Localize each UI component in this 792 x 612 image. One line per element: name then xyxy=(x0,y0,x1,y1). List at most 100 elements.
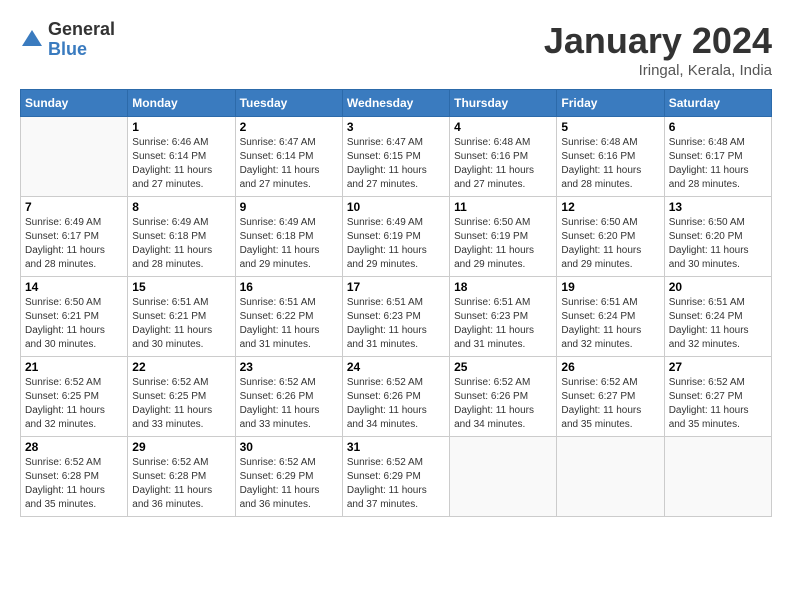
day-number: 7 xyxy=(25,200,123,214)
logo-text: General Blue xyxy=(48,20,115,60)
calendar-cell: 27Sunrise: 6:52 AMSunset: 6:27 PMDayligh… xyxy=(664,357,771,437)
calendar-cell: 4Sunrise: 6:48 AMSunset: 6:16 PMDaylight… xyxy=(450,117,557,197)
day-info: Sunrise: 6:51 AMSunset: 6:24 PMDaylight:… xyxy=(561,296,659,352)
day-info: Sunrise: 6:49 AMSunset: 6:19 PMDaylight:… xyxy=(347,216,445,272)
day-number: 3 xyxy=(347,120,445,134)
logo-blue: Blue xyxy=(48,40,115,60)
day-number: 4 xyxy=(454,120,552,134)
calendar-cell: 12Sunrise: 6:50 AMSunset: 6:20 PMDayligh… xyxy=(557,197,664,277)
day-info: Sunrise: 6:51 AMSunset: 6:22 PMDaylight:… xyxy=(240,296,338,352)
calendar-cell: 7 Sunrise: 6:49 AMSunset: 6:17 PMDaylight… xyxy=(21,197,128,277)
calendar-week-row: 21 Sunrise: 6:52 AMSunset: 6:25 PMDayligh… xyxy=(21,357,772,437)
calendar-cell: 30 Sunrise: 6:52 AMSunset: 6:29 PMDayligh… xyxy=(235,437,342,517)
weekday-header: Sunday xyxy=(21,90,128,117)
calendar-cell: 28 Sunrise: 6:52 AMSunset: 6:28 PMDayligh… xyxy=(21,437,128,517)
calendar-cell: 18 Sunrise: 6:51 AMSunset: 6:23 PMDayligh… xyxy=(450,277,557,357)
day-number: 2 xyxy=(240,120,338,134)
day-number: 29 xyxy=(132,440,230,454)
weekday-header: Tuesday xyxy=(235,90,342,117)
weekday-header: Monday xyxy=(128,90,235,117)
logo-general: General xyxy=(48,20,115,40)
logo-icon xyxy=(20,28,44,52)
day-number: 17 xyxy=(347,280,445,294)
location-subtitle: Iringal, Kerala, India xyxy=(544,62,772,79)
calendar-cell: 8 Sunrise: 6:49 AMSunset: 6:18 PMDaylight… xyxy=(128,197,235,277)
calendar-cell xyxy=(664,437,771,517)
month-title: January 2024 xyxy=(544,20,772,62)
calendar-cell xyxy=(557,437,664,517)
day-number: 28 xyxy=(25,440,123,454)
calendar-cell: 22 Sunrise: 6:52 AMSunset: 6:25 PMDayligh… xyxy=(128,357,235,437)
day-info: Sunrise: 6:52 AMSunset: 6:28 PMDaylight:… xyxy=(25,456,123,512)
calendar-cell: 14 Sunrise: 6:50 AMSunset: 6:21 PMDayligh… xyxy=(21,277,128,357)
calendar-cell: 23 Sunrise: 6:52 AMSunset: 6:26 PMDayligh… xyxy=(235,357,342,437)
day-number: 14 xyxy=(25,280,123,294)
day-number: 26 xyxy=(561,360,659,374)
day-number: 12 xyxy=(561,200,659,214)
day-info: Sunrise: 6:50 AMSunset: 6:19 PMDaylight:… xyxy=(454,216,552,272)
day-info: Sunrise: 6:47 AMSunset: 6:15 PMDaylight:… xyxy=(347,136,445,192)
weekday-header: Saturday xyxy=(664,90,771,117)
day-number: 23 xyxy=(240,360,338,374)
day-number: 15 xyxy=(132,280,230,294)
calendar-week-row: 28 Sunrise: 6:52 AMSunset: 6:28 PMDayligh… xyxy=(21,437,772,517)
calendar-cell: 9Sunrise: 6:49 AMSunset: 6:18 PMDaylight… xyxy=(235,197,342,277)
day-number: 16 xyxy=(240,280,338,294)
calendar-cell: 29 Sunrise: 6:52 AMSunset: 6:28 PMDayligh… xyxy=(128,437,235,517)
day-info: Sunrise: 6:50 AMSunset: 6:21 PMDaylight:… xyxy=(25,296,123,352)
day-number: 1 xyxy=(132,120,230,134)
calendar-cell: 25Sunrise: 6:52 AMSunset: 6:26 PMDayligh… xyxy=(450,357,557,437)
day-info: Sunrise: 6:52 AMSunset: 6:29 PMDaylight:… xyxy=(240,456,338,512)
calendar-cell: 24 Sunrise: 6:52 AMSunset: 6:26 PMDayligh… xyxy=(342,357,449,437)
day-info: Sunrise: 6:52 AMSunset: 6:28 PMDaylight:… xyxy=(132,456,230,512)
day-number: 11 xyxy=(454,200,552,214)
calendar-cell: 21 Sunrise: 6:52 AMSunset: 6:25 PMDayligh… xyxy=(21,357,128,437)
day-info: Sunrise: 6:51 AMSunset: 6:24 PMDaylight:… xyxy=(669,296,767,352)
calendar-cell: 10Sunrise: 6:49 AMSunset: 6:19 PMDayligh… xyxy=(342,197,449,277)
logo: General Blue xyxy=(20,20,115,60)
day-info: Sunrise: 6:46 AMSunset: 6:14 PMDaylight:… xyxy=(132,136,230,192)
calendar-cell: 31Sunrise: 6:52 AMSunset: 6:29 PMDayligh… xyxy=(342,437,449,517)
day-info: Sunrise: 6:52 AMSunset: 6:25 PMDaylight:… xyxy=(25,376,123,432)
calendar-week-row: 1 Sunrise: 6:46 AMSunset: 6:14 PMDaylight… xyxy=(21,117,772,197)
calendar-cell: 15 Sunrise: 6:51 AMSunset: 6:21 PMDayligh… xyxy=(128,277,235,357)
calendar-table: SundayMondayTuesdayWednesdayThursdayFrid… xyxy=(20,89,772,517)
calendar-cell: 26Sunrise: 6:52 AMSunset: 6:27 PMDayligh… xyxy=(557,357,664,437)
calendar-cell: 2Sunrise: 6:47 AMSunset: 6:14 PMDaylight… xyxy=(235,117,342,197)
day-info: Sunrise: 6:51 AMSunset: 6:21 PMDaylight:… xyxy=(132,296,230,352)
header-row: SundayMondayTuesdayWednesdayThursdayFrid… xyxy=(21,90,772,117)
day-info: Sunrise: 6:49 AMSunset: 6:18 PMDaylight:… xyxy=(132,216,230,272)
calendar-cell: 20 Sunrise: 6:51 AMSunset: 6:24 PMDayligh… xyxy=(664,277,771,357)
day-info: Sunrise: 6:52 AMSunset: 6:26 PMDaylight:… xyxy=(240,376,338,432)
weekday-header: Friday xyxy=(557,90,664,117)
calendar-cell xyxy=(21,117,128,197)
title-block: January 2024 Iringal, Kerala, India xyxy=(544,20,772,79)
day-number: 5 xyxy=(561,120,659,134)
calendar-week-row: 14 Sunrise: 6:50 AMSunset: 6:21 PMDayligh… xyxy=(21,277,772,357)
day-info: Sunrise: 6:48 AMSunset: 6:16 PMDaylight:… xyxy=(561,136,659,192)
day-number: 20 xyxy=(669,280,767,294)
day-info: Sunrise: 6:50 AMSunset: 6:20 PMDaylight:… xyxy=(669,216,767,272)
calendar-cell: 1 Sunrise: 6:46 AMSunset: 6:14 PMDaylight… xyxy=(128,117,235,197)
day-number: 21 xyxy=(25,360,123,374)
day-number: 25 xyxy=(454,360,552,374)
day-info: Sunrise: 6:51 AMSunset: 6:23 PMDaylight:… xyxy=(454,296,552,352)
calendar-cell: 19Sunrise: 6:51 AMSunset: 6:24 PMDayligh… xyxy=(557,277,664,357)
day-info: Sunrise: 6:51 AMSunset: 6:23 PMDaylight:… xyxy=(347,296,445,352)
day-number: 30 xyxy=(240,440,338,454)
day-info: Sunrise: 6:52 AMSunset: 6:26 PMDaylight:… xyxy=(347,376,445,432)
calendar-cell: 3 Sunrise: 6:47 AMSunset: 6:15 PMDaylight… xyxy=(342,117,449,197)
calendar-cell: 16 Sunrise: 6:51 AMSunset: 6:22 PMDayligh… xyxy=(235,277,342,357)
day-info: Sunrise: 6:49 AMSunset: 6:17 PMDaylight:… xyxy=(25,216,123,272)
day-info: Sunrise: 6:48 AMSunset: 6:17 PMDaylight:… xyxy=(669,136,767,192)
day-number: 22 xyxy=(132,360,230,374)
day-number: 24 xyxy=(347,360,445,374)
day-number: 18 xyxy=(454,280,552,294)
calendar-cell: 6Sunrise: 6:48 AMSunset: 6:17 PMDaylight… xyxy=(664,117,771,197)
calendar-week-row: 7 Sunrise: 6:49 AMSunset: 6:17 PMDaylight… xyxy=(21,197,772,277)
day-info: Sunrise: 6:49 AMSunset: 6:18 PMDaylight:… xyxy=(240,216,338,272)
day-number: 8 xyxy=(132,200,230,214)
day-number: 27 xyxy=(669,360,767,374)
day-info: Sunrise: 6:52 AMSunset: 6:25 PMDaylight:… xyxy=(132,376,230,432)
weekday-header: Thursday xyxy=(450,90,557,117)
